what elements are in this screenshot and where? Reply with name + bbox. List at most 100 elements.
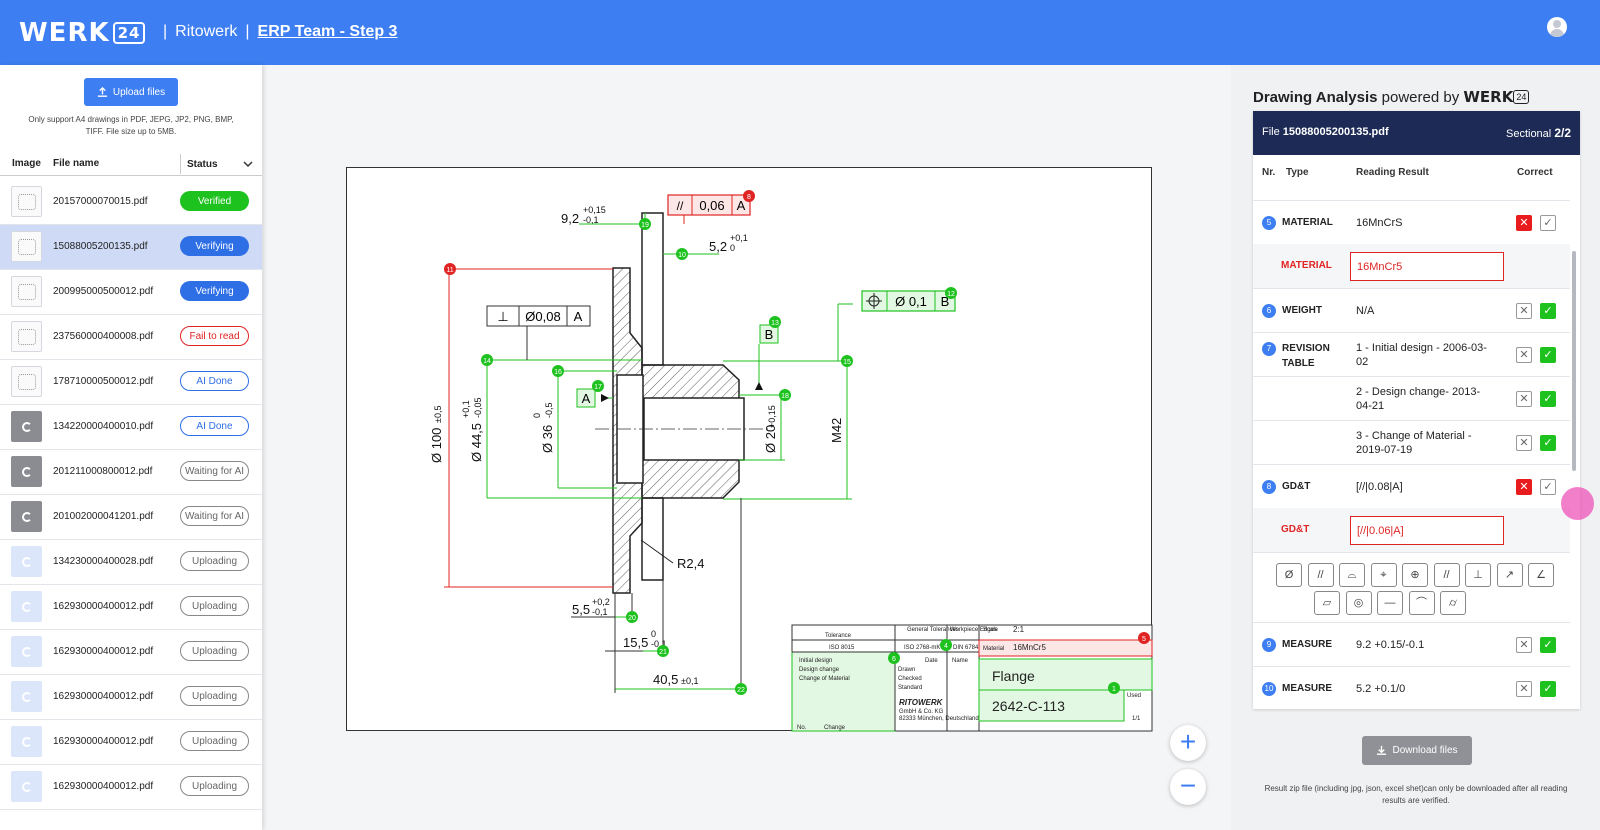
dim-m42: M42 <box>829 418 844 443</box>
zoom-out-button[interactable]: − <box>1170 769 1206 805</box>
accept-button[interactable]: ✓ <box>1540 303 1556 319</box>
fcf-position[interactable]: Ø 0,1 B <box>861 290 956 312</box>
reject-button[interactable]: ✕ <box>1516 347 1532 363</box>
accept-button[interactable]: ✓ <box>1540 215 1556 231</box>
gdt-symbol-button[interactable]: ⊥ <box>1465 563 1491 587</box>
zoom-in-button[interactable]: + <box>1170 725 1206 761</box>
row-type: REVISION TABLE <box>1282 343 1330 369</box>
file-row[interactable]: 162930000400012.pdf Uploading <box>0 720 262 765</box>
file-row[interactable]: 162930000400012.pdf Uploading <box>0 630 262 675</box>
reject-button[interactable]: ✕ <box>1516 435 1532 451</box>
fcf-parallel-symbol: // <box>677 199 684 213</box>
status-badge: Verifying <box>180 236 249 256</box>
gdt-symbol-button[interactable]: ⊕ <box>1402 563 1428 587</box>
download-label: Download files <box>1392 745 1458 756</box>
tb-date: Date <box>925 658 938 664</box>
file-row[interactable]: 178710000500012.pdf AI Done <box>0 360 262 405</box>
dim-d100: Ø 100 <box>429 428 444 463</box>
gdt-symbol-button[interactable]: Ø <box>1276 563 1302 587</box>
results-scrollbar[interactable] <box>1572 251 1576 471</box>
upload-files-button[interactable]: Upload files <box>84 78 178 106</box>
file-sidebar: Upload files Only support A4 drawings in… <box>0 65 262 830</box>
tb-part-no: 2642-C-113 <box>992 698 1065 714</box>
marker-number: 5 <box>1142 636 1146 643</box>
tb-rev2: Design change <box>799 667 840 673</box>
result-row: 7 REVISION TABLE 1 - Initial design - 2006… <box>1253 332 1570 376</box>
accept-button[interactable]: ✓ <box>1540 637 1556 653</box>
panel-brand: WERK <box>1463 88 1514 106</box>
user-avatar-icon[interactable] <box>1547 17 1567 37</box>
dim-d44-5-tol-up: +0,1 <box>461 400 471 418</box>
gdt-symbol-button[interactable]: ⌭ <box>1440 591 1466 615</box>
gdt-symbol-button[interactable]: ↗ <box>1496 563 1523 587</box>
fcf-perpendicularity[interactable]: ⊥ Ø0,08 A <box>486 305 591 327</box>
file-row[interactable]: 200995000500012.pdf Verifying <box>0 270 262 315</box>
accept-button[interactable]: ✓ <box>1540 347 1556 363</box>
file-row[interactable]: 162930000400012.pdf Uploading <box>0 585 262 630</box>
reject-button[interactable]: ✕ <box>1516 391 1532 407</box>
gdt-symbol-button[interactable]: ⌓ <box>1339 563 1365 587</box>
dim-5-5: 5,5 <box>572 602 590 617</box>
gdt-symbol-button[interactable]: ▱ <box>1314 591 1340 615</box>
tb-iso2: ISO 2768-mK <box>904 645 940 651</box>
project-link[interactable]: ERP Team - Step 3 <box>258 23 398 41</box>
gdt-symbol-button[interactable]: ⌒ <box>1408 591 1435 615</box>
dim-5-5-tol-up: +0,2 <box>592 597 610 607</box>
status-badge: Verifying <box>180 281 249 301</box>
chevron-down-icon[interactable] <box>243 160 253 168</box>
file-name: 201002000041201.pdf <box>53 511 154 522</box>
row-value: N/A <box>1356 305 1375 317</box>
file-name: 162930000400012.pdf <box>53 691 154 702</box>
download-files-button[interactable]: Download files <box>1362 736 1472 765</box>
file-row[interactable]: 201211000800012.pdf Waiting for AI <box>0 450 262 495</box>
loading-icon <box>22 782 32 792</box>
reject-button[interactable]: ✕ <box>1516 479 1532 495</box>
tb-name: Name <box>952 658 969 664</box>
file-thumbnail <box>11 321 42 352</box>
reject-button[interactable]: ✕ <box>1516 637 1532 653</box>
results-card: File 15088005200135.pdf Sectional 2/2 Nr… <box>1253 111 1580 709</box>
download-icon <box>1377 745 1387 755</box>
file-row[interactable]: 162930000400012.pdf Uploading <box>0 675 262 720</box>
row-number-badge: 6 <box>1262 304 1276 318</box>
accept-button[interactable]: ✓ <box>1540 681 1556 697</box>
file-row[interactable]: 134220000400010.pdf AI Done <box>0 405 262 450</box>
correction-input[interactable]: 16MnCr5 <box>1350 252 1504 281</box>
werk24-logo[interactable]: WERK 24 <box>19 18 146 48</box>
correction-input[interactable]: [//|0.06|A] <box>1350 516 1504 545</box>
file-thumbnail <box>11 591 42 622</box>
fcf-parallelism[interactable]: // 0,06 A <box>667 194 751 216</box>
col-status[interactable]: Status <box>180 154 218 174</box>
file-row[interactable]: 201002000041201.pdf Waiting for AI <box>0 495 262 540</box>
reject-button[interactable]: ✕ <box>1516 681 1532 697</box>
file-row[interactable]: 20157000070015.pdf Verified <box>0 180 262 225</box>
marker-number: 20 <box>628 615 636 622</box>
gdt-symbol-button[interactable]: // <box>1433 563 1460 587</box>
file-row[interactable]: 134230000400028.pdf Uploading <box>0 540 262 585</box>
file-row[interactable]: 15088005200135.pdf Verifying <box>0 225 262 270</box>
datum-a[interactable]: A <box>576 388 596 408</box>
gdt-symbol-button[interactable]: — <box>1377 591 1403 615</box>
file-thumbnail <box>11 726 42 757</box>
technical-drawing[interactable]: // 0,06 A ⊥ Ø0,08 A Ø 0,1 B A B 9,2 +0,1… <box>346 167 1153 732</box>
result-row: 10 MEASURE 5.2 +0.1/0 ✕ ✓ <box>1253 666 1570 709</box>
reject-button[interactable]: ✕ <box>1516 215 1532 231</box>
accept-button[interactable]: ✓ <box>1540 391 1556 407</box>
reject-button[interactable]: ✕ <box>1516 303 1532 319</box>
tb-address2: 82333 München, Deutschland <box>899 716 979 722</box>
gdt-symbol-button[interactable]: // <box>1307 563 1334 587</box>
panel-title-rest: powered by <box>1381 89 1460 106</box>
row-number-badge: 5 <box>1262 216 1276 230</box>
dim-d36-tol-dn: -0,5 <box>544 402 554 418</box>
accept-button[interactable]: ✓ <box>1540 435 1556 451</box>
status-badge: AI Done <box>180 416 249 436</box>
marker-number: 1 <box>1112 686 1116 693</box>
accept-button[interactable]: ✓ <box>1540 479 1556 495</box>
gdt-symbol-button[interactable]: ∠ <box>1528 563 1554 587</box>
file-row[interactable]: 237560000400008.pdf Fail to read <box>0 315 262 360</box>
file-thumbnail <box>11 501 42 532</box>
gdt-symbol-button[interactable]: ◎ <box>1345 591 1372 615</box>
gdt-symbol-button[interactable]: ⌖ <box>1370 563 1397 587</box>
file-row[interactable]: 162930000400012.pdf Uploading <box>0 765 262 810</box>
status-badge: Uploading <box>180 551 249 571</box>
